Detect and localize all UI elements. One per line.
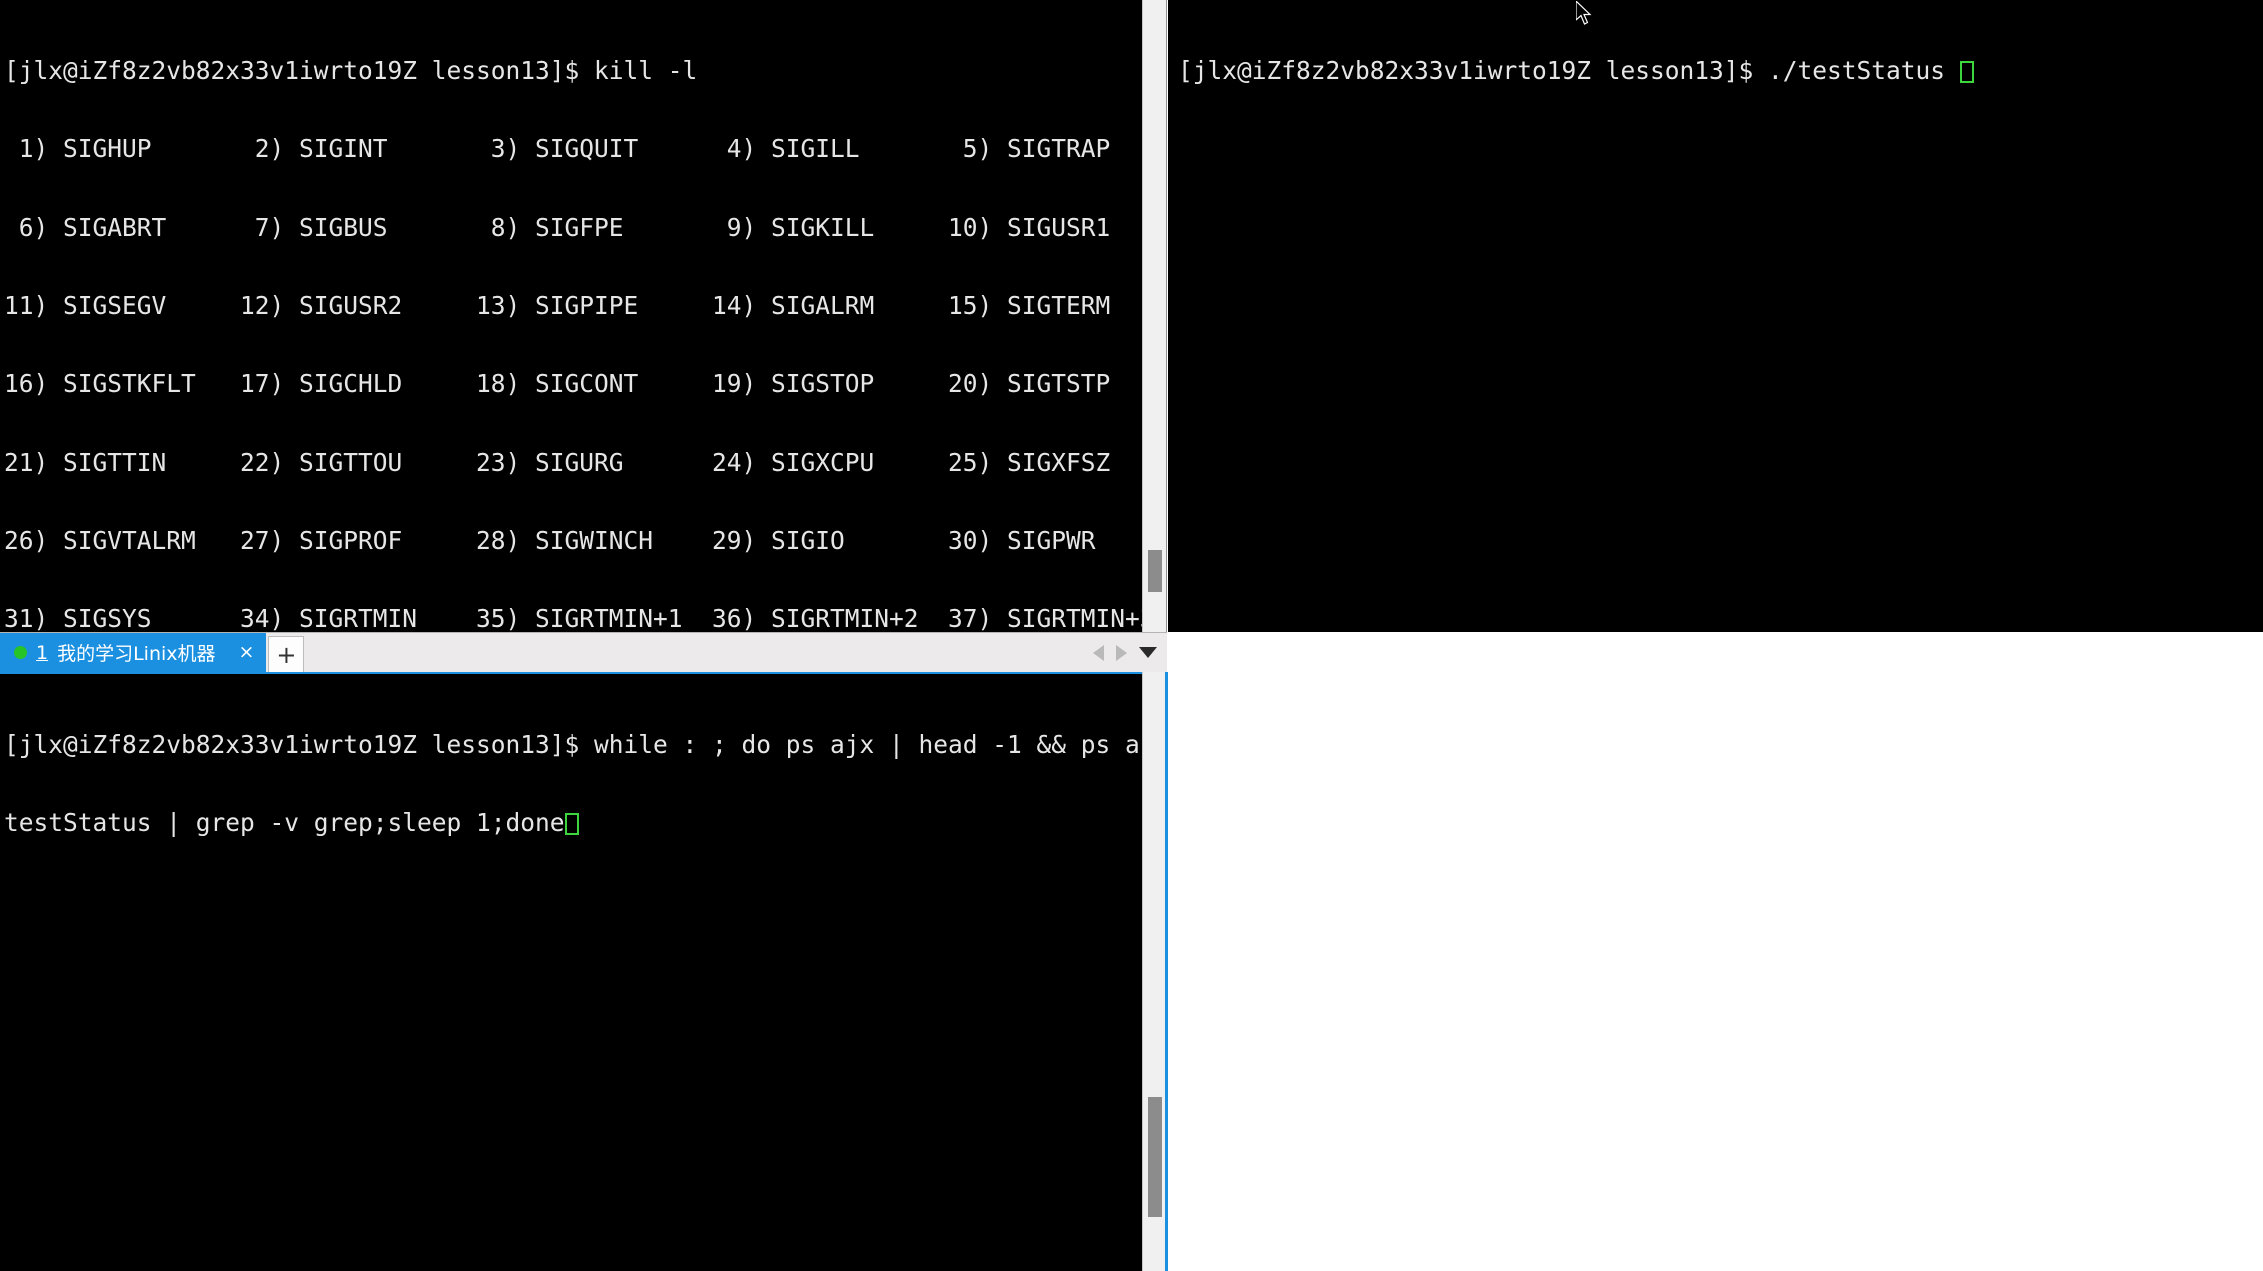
terminal-tab-bar: 1 我的学习Linix机器 × +: [0, 632, 1167, 672]
terminal-command-line: [jlx@iZf8z2vb82x33v1iwrto19Z lesson13]$ …: [4, 56, 698, 86]
top-left-terminal-pane[interactable]: [jlx@iZf8z2vb82x33v1iwrto19Z lesson13]$ …: [0, 0, 1142, 632]
signal-list-row: 6) SIGABRT 7) SIGBUS 8) SIGFPE 9) SIGKIL…: [4, 212, 1111, 242]
signal-list-row: 26) SIGVTALRM 27) SIGPROF 28) SIGWINCH 2…: [4, 525, 1096, 555]
new-tab-button[interactable]: +: [268, 636, 305, 672]
tab-list-dropdown-icon[interactable]: [1139, 647, 1157, 658]
scroll-tabs-right-icon[interactable]: [1116, 644, 1127, 661]
tab-index-label: 1: [36, 641, 49, 664]
signal-list-row: 11) SIGSEGV 12) SIGUSR2 13) SIGPIPE 14) …: [4, 291, 1111, 321]
bottom-vertical-scrollbar[interactable]: [1142, 672, 1167, 1271]
tab-my-linux-machine[interactable]: 1 我的学习Linix机器 ×: [0, 633, 267, 672]
scrollbar-thumb[interactable]: [1148, 1097, 1162, 1217]
signal-list-row: 1) SIGHUP 2) SIGINT 3) SIGQUIT 4) SIGILL…: [4, 134, 1111, 164]
top-left-vertical-scrollbar[interactable]: [1142, 0, 1167, 632]
top-right-terminal-pane[interactable]: [jlx@iZf8z2vb82x33v1iwrto19Z lesson13]$ …: [1168, 0, 2263, 632]
signal-list-row: 16) SIGSTKFLT 17) SIGCHLD 18) SIGCONT 19…: [4, 369, 1111, 399]
active-pane-indicator: [1165, 672, 1168, 1271]
desktop-background: [1168, 632, 2263, 1271]
bottom-terminal-pane[interactable]: [jlx@iZf8z2vb82x33v1iwrto19Z lesson13]$ …: [0, 672, 1142, 1271]
terminal-command-line: [jlx@iZf8z2vb82x33v1iwrto19Z lesson13]$ …: [1178, 58, 2263, 84]
mouse-pointer-icon: [1576, 1, 1592, 25]
signal-list-row: 31) SIGSYS 34) SIGRTMIN 35) SIGRTMIN+1 3…: [4, 604, 1142, 632]
tab-bar-spacer: [304, 633, 1093, 672]
tab-status-dot-icon: [14, 646, 27, 659]
tab-title-label: 我的学习Linix机器: [57, 643, 216, 665]
scrollbar-thumb[interactable]: [1148, 550, 1162, 592]
text-cursor: [564, 813, 579, 836]
terminal-command-line: [jlx@iZf8z2vb82x33v1iwrto19Z lesson13]$ …: [4, 730, 1142, 760]
signal-list-row: 21) SIGTTIN 22) SIGTTOU 23) SIGURG 24) S…: [4, 447, 1111, 477]
prompt-text: [jlx@iZf8z2vb82x33v1iwrto19Z lesson13]$ …: [1178, 56, 1960, 86]
terminal-command-line-wrapped: testStatus | grep -v grep;sleep 1;done: [4, 810, 1142, 836]
tab-close-icon[interactable]: ×: [239, 643, 255, 662]
terminal-application-window: [jlx@iZf8z2vb82x33v1iwrto19Z lesson13]$ …: [0, 0, 2263, 1271]
scroll-tabs-left-icon[interactable]: [1093, 644, 1104, 661]
tab-bar-controls: [1093, 633, 1167, 672]
command-text: testStatus | grep -v grep;sleep 1;done: [4, 808, 565, 838]
text-cursor: [1959, 61, 1974, 84]
